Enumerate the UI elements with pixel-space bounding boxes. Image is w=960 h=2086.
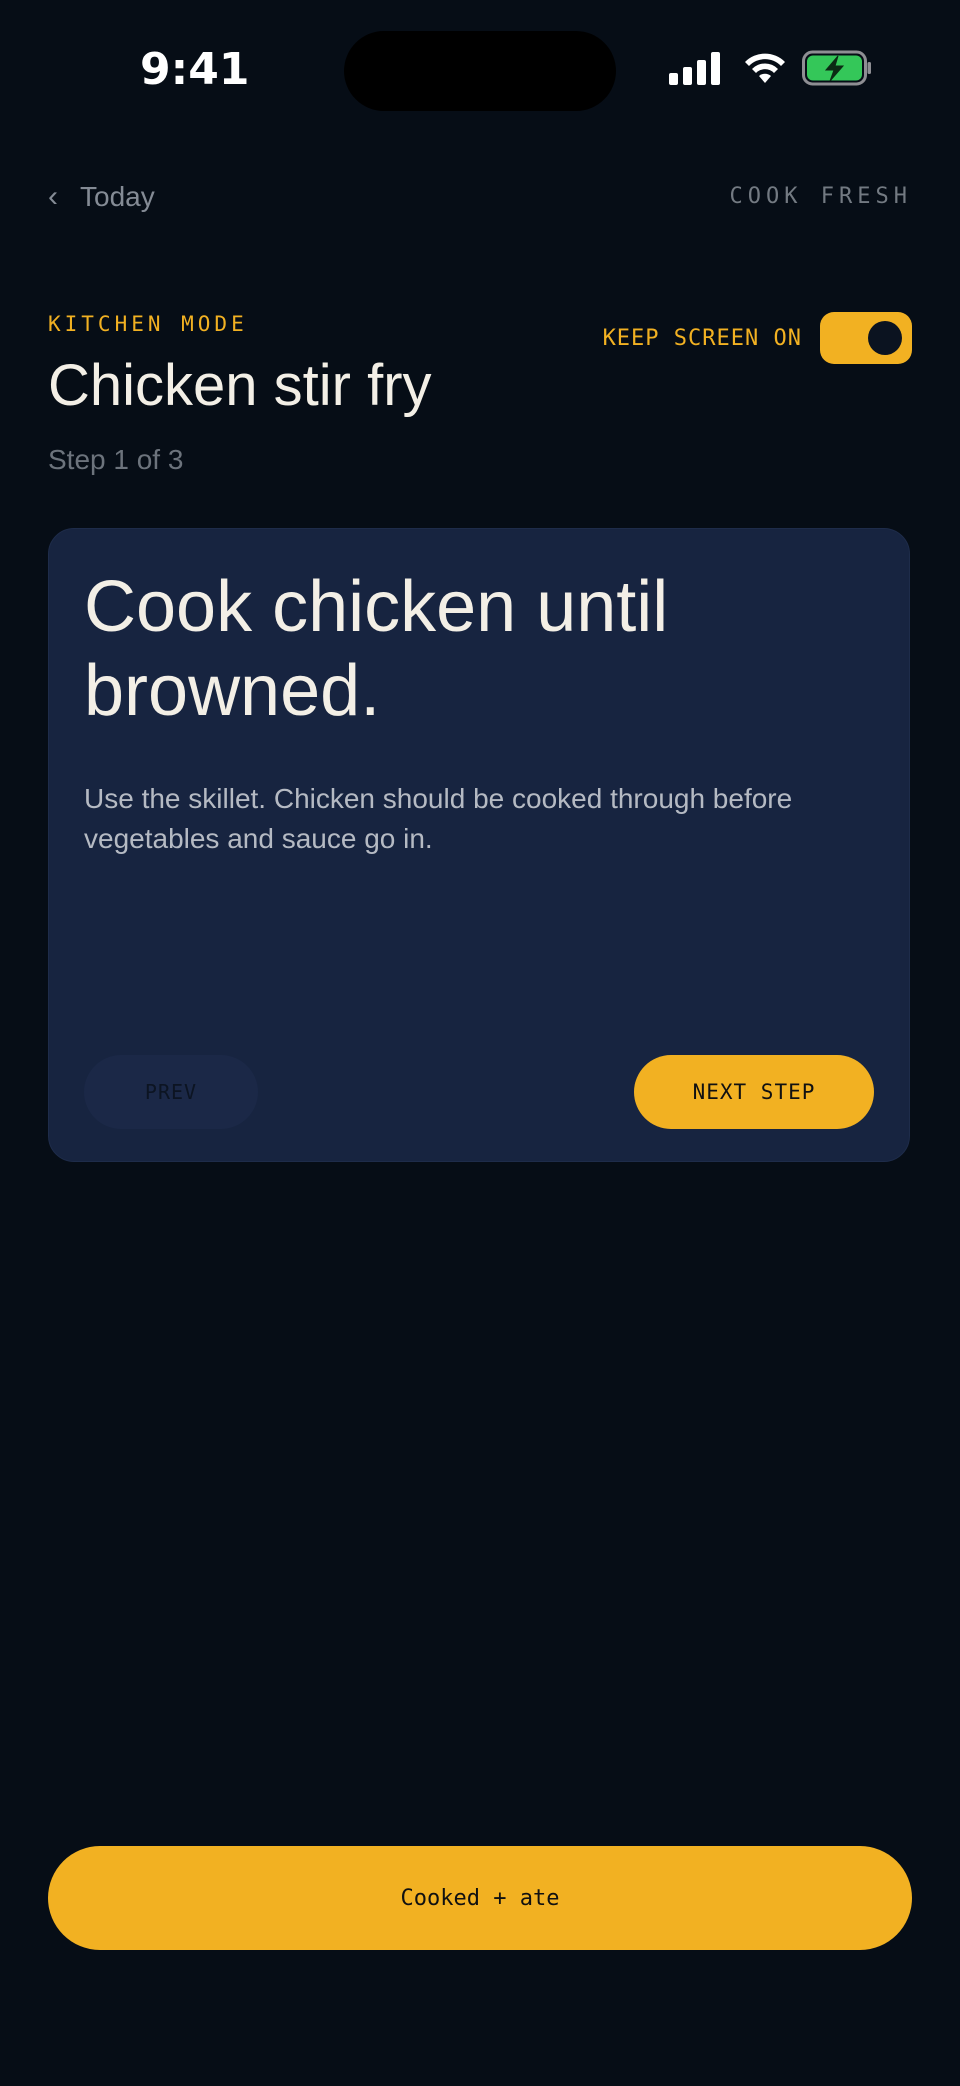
keep-screen-on-control: KEEP SCREEN ON: [603, 312, 912, 364]
chevron-left-icon: ‹: [48, 180, 58, 213]
status-time: 9:41: [140, 44, 250, 95]
step-description: Use the skillet. Chicken should be cooke…: [84, 783, 793, 854]
step-card: Cook chicken until browned. Use the skil…: [48, 528, 910, 1162]
status-icons: [669, 50, 872, 86]
back-button[interactable]: ‹ Today: [48, 180, 155, 214]
keep-screen-on-label: KEEP SCREEN ON: [602, 325, 802, 351]
step-headline: Cook chicken until browned.: [84, 567, 669, 731]
step-count: Step 1 of 3: [48, 444, 184, 475]
recipe-title: Chicken stir fry: [48, 353, 432, 418]
prev-button[interactable]: PREV: [84, 1055, 258, 1129]
dynamic-island: [344, 31, 616, 111]
mode-label: KITCHEN MODE: [48, 312, 248, 336]
wifi-icon: [745, 53, 785, 83]
brand-label: COOK FRESH: [729, 184, 912, 209]
keep-screen-on-toggle[interactable]: [820, 312, 912, 364]
toggle-knob: [868, 321, 902, 355]
back-label: Today: [80, 181, 155, 212]
next-step-button[interactable]: NEXT STEP: [634, 1055, 874, 1129]
cellular-signal-icon: [669, 51, 720, 85]
battery-charging-icon: [802, 50, 871, 86]
cooked-and-ate-button[interactable]: Cooked + ate: [48, 1846, 912, 1950]
